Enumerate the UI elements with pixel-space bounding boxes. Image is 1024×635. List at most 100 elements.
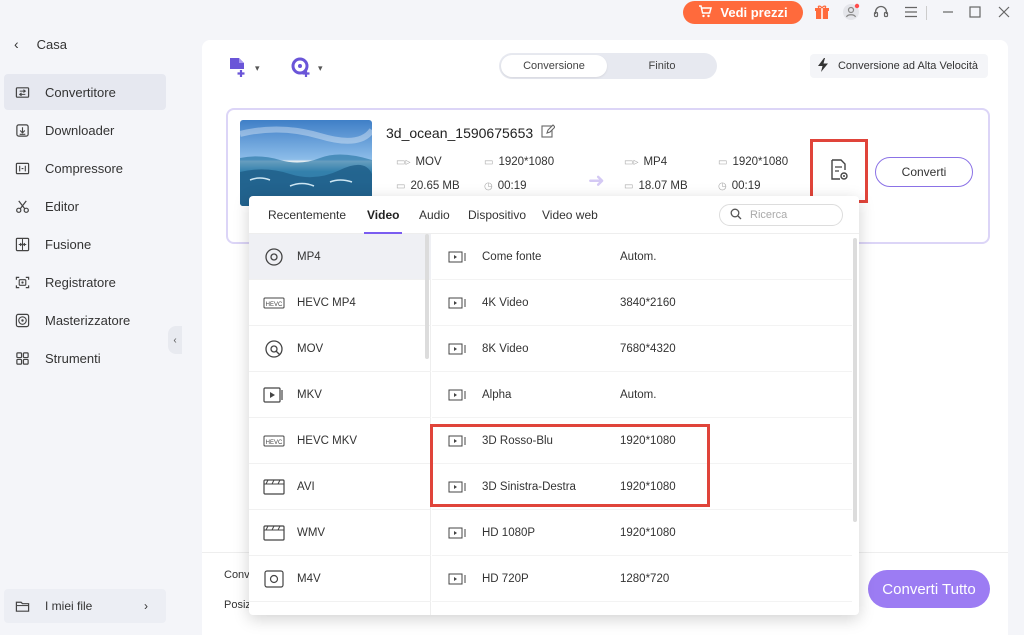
format-item-avi[interactable]: AVI [249,464,431,510]
format-item-wmv[interactable]: WMV [249,510,431,556]
menu-icon[interactable] [902,3,920,21]
edit-icon[interactable] [541,124,556,141]
compress-icon [14,160,30,176]
sidebar-item-label: Compressore [45,160,124,176]
close-icon[interactable] [995,3,1013,21]
see-prices-button[interactable]: Vedi prezzi [683,1,803,24]
convert-all-button[interactable]: Converti Tutto [868,570,990,608]
tab-video[interactable]: Video [367,208,399,222]
format-label: MP4 [297,250,321,263]
my-files-label: I miei file [45,599,93,613]
format-item-mkv[interactable]: MKV [249,372,431,418]
sidebar-item-editor[interactable]: Editor [4,188,166,224]
format-label: MOV [297,342,324,355]
chevron-down-icon: ▾ [318,62,323,73]
minimize-icon[interactable] [939,3,957,21]
arrow-right-icon: ➜ [588,170,605,192]
tab-conversione[interactable]: Conversione [501,55,607,77]
format-label: AVI [297,480,315,493]
status-tabs: Conversione Finito [499,53,717,79]
my-files-button[interactable]: I miei file › [4,589,166,623]
tab-finito[interactable]: Finito [609,55,715,77]
gift-icon[interactable] [813,3,831,21]
video-thumbnail[interactable] [240,120,372,206]
grid-icon [14,350,30,366]
resolution-item[interactable]: 8K Video 7680*4320 [432,326,852,372]
svg-text:HEVC: HEVC [266,302,283,308]
video-preset-icon [448,297,468,309]
resolution-item[interactable]: HD 1080P 1920*1080 [432,510,852,556]
maximize-icon[interactable] [966,3,984,21]
source-format: ▭▹ MOV [396,156,442,168]
resolution-icon: ▭ [484,156,494,168]
video-preset-icon [448,389,468,401]
source-resolution: ▭ 1920*1080 [484,156,554,168]
resolution-name: HD 720P [482,572,529,585]
format-item-hevc-mkv[interactable]: HEVC HEVC MKV [249,418,431,464]
tab-dispositivo[interactable]: Dispositivo [468,208,526,222]
convert-button[interactable]: Converti [875,157,973,187]
folder-icon [14,598,30,614]
resolution-value: 1280*720 [620,572,670,585]
video-preset-icon [448,573,468,585]
format-item-mov[interactable]: MOV [249,326,431,372]
sidebar-item-downloader[interactable]: Downloader [4,112,166,148]
resolution-value: 3840*2160 [620,296,676,309]
resolution-value: Autom. [620,388,657,401]
merge-icon [14,236,30,252]
format-list-scrollbar[interactable] [425,234,429,359]
tab-video-web[interactable]: Video web [542,208,598,222]
scissors-icon [14,198,30,214]
back-home-link[interactable]: ‹ Casa [14,36,67,52]
output-settings-button[interactable] [810,139,868,203]
sidebar-item-registratore[interactable]: Registratore [4,264,166,300]
format-item-hevc-mp4[interactable]: HEVC HEVC MP4 [249,280,431,326]
file-name: 3d_ocean_1590675653 [386,124,556,141]
download-icon [14,122,30,138]
resolution-name: 8K Video [482,342,529,355]
format-item-mp4[interactable]: MP4 [249,234,431,280]
sidebar-item-label: Editor [45,198,79,214]
sidebar-item-label: Strumenti [45,350,101,366]
hevc-icon: HEVC [263,432,285,450]
sidebar-item-strumenti[interactable]: Strumenti [4,340,166,376]
sidebar-item-label: Registratore [45,274,116,290]
format-search-input[interactable]: Ricerca [719,204,843,226]
sidebar-item-label: Convertitore [45,84,116,100]
add-file-button[interactable]: ▾ [227,57,260,79]
tab-recentemente[interactable]: Recentemente [268,208,346,222]
resolution-list-scrollbar[interactable] [853,238,857,522]
headset-icon[interactable] [872,3,890,21]
resolution-item[interactable]: Alpha Autom. [432,372,852,418]
video-preset-icon [448,251,468,263]
resolution-item[interactable]: 4K Video 3840*2160 [432,280,852,326]
back-label: Casa [36,36,68,52]
resolution-name: Alpha [482,388,512,401]
add-from-device-button[interactable]: ▾ [290,57,323,79]
tab-audio[interactable]: Audio [419,208,450,222]
sidebar-item-fusione[interactable]: Fusione [4,226,166,262]
format-label: HEVC MKV [297,434,358,447]
format-label: M4V [297,572,321,585]
resolution-item[interactable]: HD 720P 1280*720 [432,556,852,602]
source-resolution-text: 1920*1080 [498,156,555,168]
source-format-text: MOV [415,156,442,168]
clock-icon: ◷ [484,180,493,192]
resolution-item[interactable]: Come fonte Autom. [432,234,852,280]
collapse-sidebar-button[interactable]: ‹ [168,326,182,354]
avi-icon [263,478,285,496]
folder-icon: ▭ [396,180,406,192]
separator [926,6,927,20]
see-prices-label: Vedi prezzi [720,5,788,20]
sidebar-item-convertitore[interactable]: Convertitore [4,74,166,110]
wmv-icon [263,524,285,542]
user-icon[interactable] [842,3,860,21]
sidebar-item-compressore[interactable]: Compressore [4,150,166,186]
format-item-m4v[interactable]: M4V [249,556,431,602]
source-duration: ◷ 00:19 [484,180,527,192]
resolution-name: HD 1080P [482,526,536,539]
high-speed-conversion-toggle[interactable]: Conversione ad Alta Velocità [809,54,988,78]
folder-icon: ▭ [624,180,634,192]
target-format: ▭▹ MP4 [624,156,667,168]
sidebar-item-masterizzatore[interactable]: Masterizzatore [4,302,166,338]
